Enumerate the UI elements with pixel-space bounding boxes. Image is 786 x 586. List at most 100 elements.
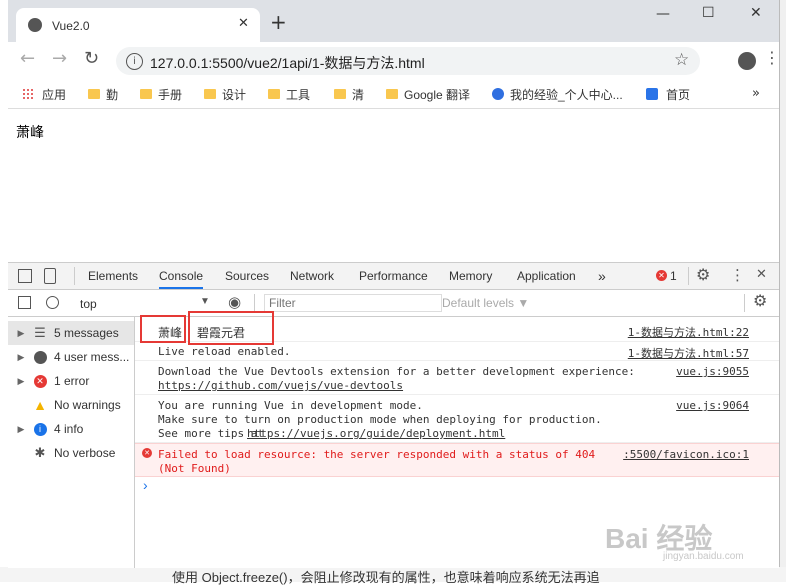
forward-arrow-icon[interactable]: → [52,48,67,69]
close-window-icon[interactable]: ✕ [750,5,762,21]
source-link[interactable]: 1-数据与方法.html:57 [628,345,749,361]
bookmark-folder[interactable]: 工具 [268,80,310,108]
sidebar-toggle-icon[interactable] [18,296,31,309]
devtools-tab-bar: Elements Console Sources Network Perform… [8,263,779,290]
tab-network[interactable]: Network [290,263,334,289]
apps-grid-icon [22,88,34,100]
context-selector[interactable]: top ▼ [74,293,214,313]
sidebar-item-errors[interactable]: ▶ ✕ 1 error [8,369,134,393]
sidebar-item-label: 4 user mess... [54,350,130,364]
device-toolbar-icon[interactable] [44,268,56,284]
bookmark-label: 设计 [222,87,247,102]
sidebar-item-label: 1 error [54,374,90,388]
tab-sources[interactable]: Sources [225,263,269,289]
dropdown-arrow-icon: ▼ [200,296,210,307]
error-icon[interactable]: ✕ [656,270,667,281]
back-arrow-icon[interactable]: ← [20,48,35,69]
info-icon: i [32,421,48,437]
bookmark-star-icon[interactable]: ☆ [674,50,689,70]
error-icon: ✕ [142,448,152,458]
new-tab-button[interactable]: + [270,10,287,34]
bookmark-label: 清 [352,87,365,102]
devtools-menu-icon[interactable]: ⋮ [730,266,745,284]
bookmark-folder[interactable]: 清 [334,80,364,108]
tab-application[interactable]: Application [517,263,576,289]
sidebar-item-messages[interactable]: ▶ ☰ 5 messages [8,321,134,345]
folder-icon [204,89,216,99]
bug-icon: ✱ [34,445,46,460]
sidebar-item-label: 4 info [54,422,84,436]
console-filter-input[interactable] [264,294,442,312]
console-message: Download the Vue Devtools extension for … [135,361,779,395]
maximize-icon[interactable]: ☐ [702,5,715,21]
expand-arrow-icon: ▶ [17,351,25,362]
divider [74,267,75,285]
bookmark-label: 手册 [158,87,183,102]
tab-strip: Vue2.0 ✕ + — ☐ ✕ [8,0,779,42]
address-bar[interactable]: i 127.0.0.1:5500/vue2/1api/1-数据与方法.html … [116,47,700,75]
profile-avatar[interactable] [738,52,756,70]
info-icon[interactable]: i [126,53,143,70]
console-settings-gear-icon[interactable]: ⚙ [753,291,767,310]
console-prompt-icon[interactable]: › [143,477,148,493]
user-icon [32,349,48,365]
background-page-edge [0,0,8,582]
console-error-message: ✕ Failed to load resource: the server re… [135,443,779,477]
context-label: top [80,297,97,311]
bookmark-folder[interactable]: 设计 [204,80,246,108]
bookmark-label: Google 翻译 [404,87,471,102]
bookmark-apps[interactable]: 应用 [22,80,66,108]
page-body-text: 萧峰 [16,124,44,140]
url-text[interactable]: 127.0.0.1:5500/vue2/1api/1-数据与方法.html [150,53,425,73]
expand-arrow-placeholder: ▶ [14,400,28,411]
bookmark-folder[interactable]: 勤 [88,80,118,108]
watermark-url: jingyan.baidu.com [663,551,744,562]
reload-icon[interactable]: ↻ [84,48,99,69]
sidebar-item-info[interactable]: ▶ i 4 info [8,417,134,441]
log-text: Download the Vue Devtools extension for … [158,365,635,378]
source-link[interactable]: :5500/favicon.ico:1 [623,448,749,461]
folder-icon [268,89,280,99]
bookmark-home[interactable]: 首页 [646,80,690,108]
sidebar-item-verbose[interactable]: ▶ ✱ No verbose [8,441,134,465]
background-page-strip: 使用 Object.freeze()，会阻止修改现有的属性，也意味着响应系统无法… [0,567,786,585]
source-link[interactable]: vue.js:9064 [676,399,749,412]
bookmark-google-translate[interactable]: Google 翻译 [386,80,470,108]
close-devtools-icon[interactable]: ✕ [756,267,767,282]
source-link[interactable]: vue.js:9055 [676,365,749,378]
log-levels-dropdown[interactable]: Default levels ▼ [442,296,529,310]
inspect-element-icon[interactable] [18,269,32,283]
sidebar-item-warnings[interactable]: ▶ ▲ No warnings [8,393,134,417]
more-bookmarks-icon[interactable]: » [752,86,760,101]
bookmark-label: 勤 [106,87,119,102]
devtools-link[interactable]: https://github.com/vuejs/vue-devtools [158,379,403,392]
tab-elements[interactable]: Elements [88,263,138,289]
deployment-link[interactable]: https://vuejs.org/guide/deployment.html [247,427,505,440]
sidebar-item-label: 5 messages [54,326,119,340]
highlight-box [188,311,274,345]
window-edge [779,0,786,567]
bookmark-jingyan[interactable]: 我的经验_个人中心... [492,80,623,108]
tab-console[interactable]: Console [159,263,204,289]
source-link[interactable]: 1-数据与方法.html:22 [628,324,749,340]
error-text: Failed to load resource: the server resp… [158,448,596,461]
browser-tab[interactable]: Vue2.0 ✕ [16,8,260,42]
more-tabs-icon[interactable]: » [598,263,606,289]
tab-memory[interactable]: Memory [449,263,492,289]
devtools-panel: Elements Console Sources Network Perform… [8,262,779,568]
bookmark-folder[interactable]: 手册 [140,80,182,108]
sidebar-item-user-messages[interactable]: ▶ 4 user mess... [8,345,134,369]
sidebar-item-label: No warnings [54,398,121,412]
clear-console-icon[interactable] [46,296,59,309]
kebab-menu-icon[interactable]: ⋮ [764,48,780,67]
minimize-icon[interactable]: — [656,6,670,22]
tab-performance[interactable]: Performance [359,263,428,289]
console-message: Live reload enabled. 1-数据与方法.html:57 [135,342,779,361]
live-expression-eye-icon[interactable]: ◉ [228,293,241,311]
divider [688,267,689,285]
settings-gear-icon[interactable]: ⚙ [696,265,710,284]
warning-icon: ▲ [33,397,47,413]
close-tab-icon[interactable]: ✕ [238,16,249,31]
console-filter-bar: top ▼ ◉ Default levels ▼ ⚙ [8,290,779,317]
error-count[interactable]: 1 [670,269,677,283]
